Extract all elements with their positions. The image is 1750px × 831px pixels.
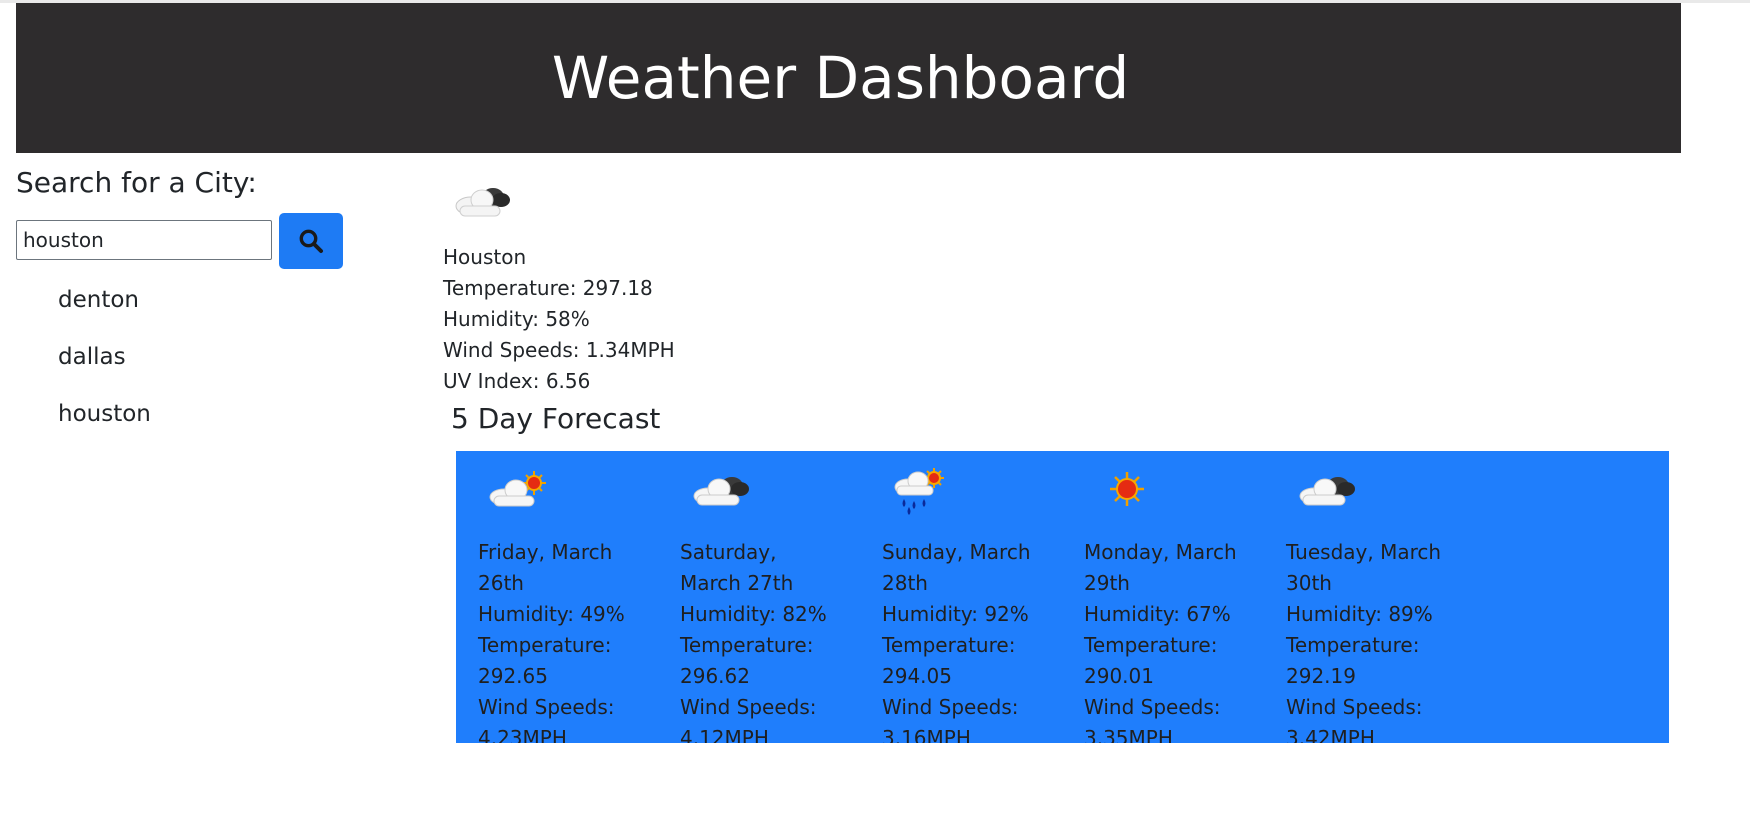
forecast-temperature-value: 292.65: [478, 664, 548, 688]
cloudy-icon: [455, 188, 510, 217]
cloudy-icon: [1299, 477, 1355, 506]
forecast-date: Tuesday, March: [1286, 540, 1442, 564]
partly-sunny-icon: [489, 471, 546, 507]
forecast-humidity: Humidity: 67%: [1084, 602, 1231, 626]
forecast-heading: 5 Day Forecast: [451, 402, 661, 435]
city-search-input[interactable]: [16, 220, 272, 260]
history-item-houston[interactable]: houston: [58, 396, 151, 453]
forecast-date: 29th: [1084, 571, 1130, 595]
cloudy-icon: [693, 477, 749, 506]
forecast-wind-value: 4.12MPH: [680, 726, 769, 743]
forecast-humidity: Humidity: 92%: [882, 602, 1029, 626]
forecast-temperature-value: 290.01: [1084, 664, 1154, 688]
forecast-temperature-label: Temperature:: [882, 633, 1016, 657]
forecast-wind-label: Wind Speeds:: [882, 695, 1019, 719]
forecast-wind-label: Wind Speeds:: [1084, 695, 1221, 719]
forecast-temperature-label: Temperature:: [680, 633, 814, 657]
current-humidity: Humidity: 58%: [443, 307, 590, 331]
forecast-wind-value: 3.42MPH: [1286, 726, 1375, 743]
forecast-wind-value: 4.23MPH: [478, 726, 567, 743]
forecast-temperature-label: Temperature:: [1084, 633, 1218, 657]
search-history-list: denton dallas houston: [58, 282, 151, 453]
forecast-temperature-label: Temperature:: [1286, 633, 1420, 657]
forecast-day-card: Monday, March 29th Humidity: 67% Tempera…: [1084, 463, 1244, 743]
page-header: Weather Dashboard: [16, 3, 1681, 153]
history-item-dallas[interactable]: dallas: [58, 339, 151, 396]
forecast-wind-value: 3.16MPH: [882, 726, 971, 743]
rain-sun-icon: [894, 468, 944, 515]
forecast-wind-label: Wind Speeds:: [1286, 695, 1423, 719]
forecast-wind-value: 3.35MPH: [1084, 726, 1173, 743]
forecast-date: 30th: [1286, 571, 1332, 595]
search-button[interactable]: [279, 213, 343, 269]
history-item-denton[interactable]: denton: [58, 282, 151, 339]
sunny-icon: [1110, 472, 1144, 506]
forecast-date: Friday, March: [478, 540, 613, 564]
forecast-humidity: Humidity: 82%: [680, 602, 827, 626]
forecast-date: Monday, March: [1084, 540, 1237, 564]
current-wind: Wind Speeds: 1.34MPH: [443, 338, 675, 362]
current-city: Houston: [443, 245, 527, 269]
forecast-temperature-value: 294.05: [882, 664, 952, 688]
forecast-wind-label: Wind Speeds:: [680, 695, 817, 719]
current-weather: Houston Temperature: 297.18 Humidity: 58…: [443, 174, 675, 397]
forecast-date: Saturday,: [680, 540, 777, 564]
forecast-temperature-value: 292.19: [1286, 664, 1356, 688]
forecast-wind-label: Wind Speeds:: [478, 695, 615, 719]
forecast-day-card: Sunday, March 28th Humidity: 92% Tempera…: [882, 463, 1042, 743]
forecast-date: 28th: [882, 571, 928, 595]
forecast-humidity: Humidity: 49%: [478, 602, 625, 626]
current-uv-index: UV Index: 6.56: [443, 369, 591, 393]
forecast-date: March 27th: [680, 571, 794, 595]
page-title: Weather Dashboard: [551, 44, 1130, 112]
current-temperature: Temperature: 297.18: [443, 276, 653, 300]
forecast-humidity: Humidity: 89%: [1286, 602, 1433, 626]
search-heading: Search for a City:: [16, 166, 257, 199]
forecast-temperature-label: Temperature:: [478, 633, 612, 657]
forecast-day-card: Tuesday, March 30th Humidity: 89% Temper…: [1286, 463, 1446, 743]
forecast-day-card: Friday, March 26th Humidity: 49% Tempera…: [478, 463, 638, 743]
search-icon: [299, 229, 323, 253]
forecast-temperature-value: 296.62: [680, 664, 750, 688]
forecast-date: 26th: [478, 571, 524, 595]
forecast-day-card: Saturday, March 27th Humidity: 82% Tempe…: [680, 463, 840, 743]
forecast-panel: Friday, March 26th Humidity: 49% Tempera…: [456, 451, 1669, 743]
forecast-date: Sunday, March: [882, 540, 1031, 564]
